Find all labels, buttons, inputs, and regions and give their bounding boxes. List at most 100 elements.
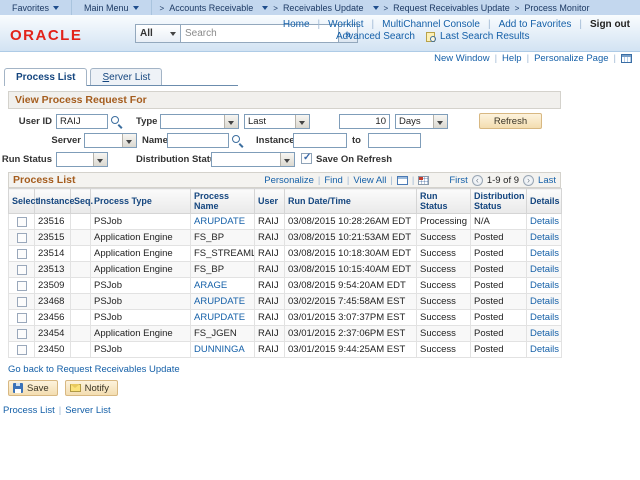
- cell-user: RAIJ: [255, 310, 285, 326]
- multichannel-console-link[interactable]: MultiChannel Console: [364, 19, 480, 30]
- personalize-link[interactable]: Personalize: [264, 175, 314, 186]
- cell-seq: [71, 262, 91, 278]
- cell-run-datetime: 03/08/2015 10:18:30AM EDT: [285, 246, 417, 262]
- tab-process-list[interactable]: Process List: [4, 68, 87, 86]
- process-name-link: FS_STREAMLN: [194, 248, 255, 259]
- days-unit-select[interactable]: Days: [395, 114, 448, 129]
- details-link[interactable]: Details: [530, 344, 559, 355]
- row-select-checkbox[interactable]: [17, 297, 27, 307]
- table-row: 23513 Application Engine FS_BP RAIJ 03/0…: [9, 262, 562, 278]
- distribution-status-select[interactable]: [211, 152, 295, 167]
- process-table-body: 23516 PSJob ARUPDATE RAIJ 03/08/2015 10:…: [9, 214, 562, 358]
- cell-distribution-status: Posted: [471, 294, 527, 310]
- favorites-menu[interactable]: Favorites: [0, 0, 72, 15]
- run-status-select[interactable]: [56, 152, 108, 167]
- cell-instance: 23515: [35, 230, 71, 246]
- details-link[interactable]: Details: [530, 312, 559, 323]
- pagination-last-link[interactable]: Last: [538, 175, 556, 186]
- chevron-down-icon: [53, 6, 59, 10]
- process-name-link[interactable]: DUNNINGA: [194, 344, 245, 355]
- view-all-link[interactable]: View All: [353, 175, 386, 186]
- cell-instance: 23450: [35, 342, 71, 358]
- row-select-checkbox[interactable]: [17, 217, 27, 227]
- add-to-favorites-link[interactable]: Add to Favorites: [480, 19, 571, 30]
- cell-run-datetime: 03/01/2015 3:07:37PM EST: [285, 310, 417, 326]
- type-select[interactable]: [160, 114, 239, 129]
- download-to-excel-icon[interactable]: [418, 176, 429, 185]
- name-input[interactable]: [167, 133, 229, 148]
- instance-from-input[interactable]: [293, 133, 347, 148]
- tab-server-list[interactable]: Server List: [90, 68, 162, 86]
- refresh-button[interactable]: Refresh: [479, 113, 542, 129]
- details-link[interactable]: Details: [530, 248, 559, 259]
- breadcrumb-request-receivables-update[interactable]: Request Receivables Update: [393, 3, 510, 13]
- table-row: 23454 Application Engine FS_JGEN RAIJ 03…: [9, 326, 562, 342]
- cell-run-status: Success: [417, 294, 471, 310]
- action-buttons: Save Notify: [8, 380, 640, 396]
- bottom-server-list-link[interactable]: Server List: [55, 405, 111, 416]
- new-window-link[interactable]: New Window: [434, 53, 489, 64]
- find-link[interactable]: Find: [324, 175, 342, 186]
- details-link[interactable]: Details: [530, 264, 559, 275]
- breadcrumb-accounts-receivable[interactable]: Accounts Receivable: [169, 3, 253, 13]
- separator: [609, 53, 621, 64]
- cell-run-datetime: 03/02/2015 7:45:58AM EST: [285, 294, 417, 310]
- cell-instance: 23468: [35, 294, 71, 310]
- save-button[interactable]: Save: [8, 380, 58, 396]
- sign-out-link[interactable]: Sign out: [571, 19, 630, 30]
- cell-run-datetime: 03/08/2015 10:28:26AM EDT: [285, 214, 417, 230]
- bottom-process-list-link[interactable]: Process List: [3, 405, 55, 416]
- details-link[interactable]: Details: [530, 280, 559, 291]
- user-id-input[interactable]: [56, 114, 108, 129]
- instance-to-input[interactable]: [368, 133, 421, 148]
- save-on-refresh-checkbox[interactable]: [301, 153, 312, 164]
- cell-distribution-status: Posted: [471, 246, 527, 262]
- row-select-checkbox[interactable]: [17, 313, 27, 323]
- row-select-checkbox[interactable]: [17, 345, 27, 355]
- pagination-first-link[interactable]: First: [449, 175, 467, 186]
- next-page-icon[interactable]: [523, 175, 534, 186]
- main-menu-button[interactable]: Main Menu: [72, 0, 152, 15]
- row-select-checkbox[interactable]: [17, 233, 27, 243]
- personalize-page-link[interactable]: Personalize Page: [522, 53, 609, 64]
- server-select[interactable]: [84, 133, 137, 148]
- notify-envelope-icon: [70, 384, 81, 392]
- details-link[interactable]: Details: [530, 328, 559, 339]
- col-select: Select: [9, 189, 35, 214]
- cell-process-type: Application Engine: [91, 230, 191, 246]
- process-name-link[interactable]: ARAGE: [194, 280, 227, 291]
- details-link[interactable]: Details: [530, 232, 559, 243]
- row-select-checkbox[interactable]: [17, 329, 27, 339]
- cell-distribution-status: N/A: [471, 214, 527, 230]
- go-back-link[interactable]: Go back to Request Receivables Update: [8, 364, 180, 375]
- days-count-input[interactable]: [339, 114, 390, 129]
- search-scope-select[interactable]: All: [135, 24, 181, 43]
- name-lookup-icon[interactable]: [232, 135, 244, 147]
- row-select-checkbox[interactable]: [17, 265, 27, 275]
- home-link[interactable]: Home: [283, 19, 310, 30]
- col-run-status: Run Status: [417, 189, 471, 214]
- last-select[interactable]: Last: [244, 114, 310, 129]
- process-name-link[interactable]: ARUPDATE: [194, 296, 245, 307]
- user-id-lookup-icon[interactable]: [111, 116, 123, 128]
- row-select-checkbox[interactable]: [17, 249, 27, 259]
- worklist-link[interactable]: Worklist: [310, 19, 364, 30]
- table-row: 23516 PSJob ARUPDATE RAIJ 03/08/2015 10:…: [9, 214, 562, 230]
- advanced-search-link[interactable]: Advanced Search: [336, 31, 415, 42]
- details-link[interactable]: Details: [530, 216, 559, 227]
- last-search-results-link[interactable]: Last Search Results: [440, 31, 530, 42]
- details-link[interactable]: Details: [530, 296, 559, 307]
- zoom-grid-icon[interactable]: [397, 176, 408, 185]
- help-link[interactable]: Help: [490, 53, 522, 64]
- chevron-down-icon: [262, 6, 268, 10]
- cell-run-datetime: 03/01/2015 9:44:25AM EST: [285, 342, 417, 358]
- section-title: View Process Request For: [8, 91, 561, 109]
- notify-button[interactable]: Notify: [65, 380, 118, 396]
- personalize-layout-icon[interactable]: [621, 54, 632, 63]
- previous-page-icon[interactable]: [472, 175, 483, 186]
- breadcrumb-receivables-update[interactable]: Receivables Update: [283, 3, 364, 13]
- breadcrumb-process-monitor: Process Monitor: [524, 3, 589, 13]
- process-name-link[interactable]: ARUPDATE: [194, 216, 245, 227]
- process-name-link[interactable]: ARUPDATE: [194, 312, 245, 323]
- row-select-checkbox[interactable]: [17, 281, 27, 291]
